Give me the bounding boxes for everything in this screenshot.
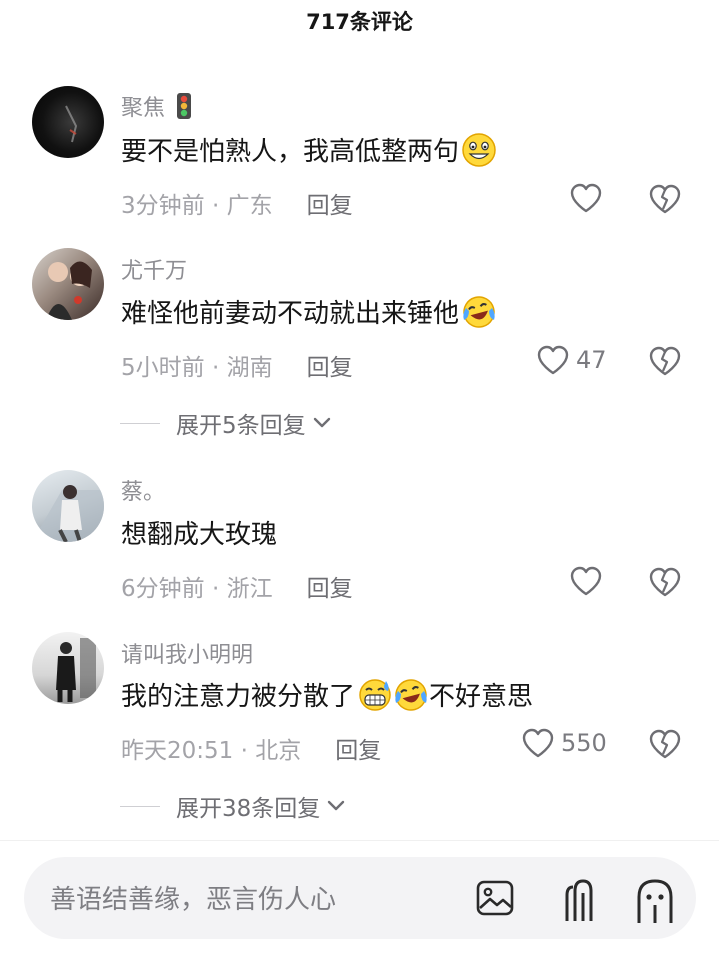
- avatar[interactable]: [32, 86, 104, 158]
- reply-button[interactable]: 回复: [335, 731, 381, 765]
- heart-icon: [570, 566, 602, 596]
- comments-header: 717条评论: [0, 0, 719, 40]
- broken-heart-icon[interactable]: [648, 565, 682, 599]
- like-button[interactable]: [569, 565, 603, 597]
- comment-text: 要不是怕熟人，我高低整两句: [121, 131, 497, 168]
- comment-meta: 昨天20:51 · 北京 回复: [121, 731, 381, 765]
- comment-count-title: 717条评论: [306, 10, 413, 34]
- at-icon[interactable]: [555, 877, 595, 923]
- avatar[interactable]: [32, 632, 104, 704]
- username[interactable]: 聚焦: [121, 90, 192, 122]
- input-placeholder: 善语结善缘，恶言伤人心: [50, 885, 337, 915]
- comment-meta: 5小时前 · 湖南 回复: [121, 348, 353, 382]
- reply-button[interactable]: 回复: [307, 348, 353, 382]
- emoji-icon[interactable]: [635, 877, 675, 923]
- comment-text: 想翻成大玫瑰: [121, 520, 278, 550]
- comment-meta: 6分钟前 · 浙江 回复: [121, 569, 353, 603]
- divider-line: [120, 805, 160, 807]
- traffic-light-icon: [177, 93, 192, 119]
- broken-heart-icon[interactable]: [648, 344, 682, 378]
- like-button[interactable]: [569, 182, 603, 214]
- comment-input[interactable]: 善语结善缘，恶言伤人心: [24, 857, 696, 939]
- broken-heart-icon[interactable]: [648, 182, 682, 216]
- username-text: 聚焦: [121, 96, 166, 121]
- time-location: 3分钟前 · 广东: [121, 193, 273, 219]
- like-count: 550: [561, 729, 607, 757]
- sweat-grin-emoji-icon: [359, 678, 391, 711]
- username[interactable]: 请叫我小明明: [121, 637, 253, 669]
- laugh-cry-emoji-icon: [395, 678, 427, 711]
- expand-replies-button[interactable]: 展开38条回复: [120, 789, 346, 823]
- username[interactable]: 蔡。: [121, 474, 165, 506]
- avatar[interactable]: [32, 248, 104, 320]
- chevron-down-icon: [328, 800, 345, 811]
- reply-button[interactable]: 回复: [307, 569, 353, 603]
- avatar-image: [32, 485, 104, 542]
- heart-icon: [570, 183, 602, 213]
- comment-text: 我的注意力被分散了 不好意思: [121, 676, 533, 713]
- comment-input-bar: 善语结善缘，恶言伤人心: [0, 840, 719, 955]
- like-button[interactable]: 550: [521, 727, 607, 759]
- username[interactable]: 尤千万: [121, 253, 187, 285]
- image-icon[interactable]: [476, 880, 514, 916]
- comment-meta: 3分钟前 · 广东 回复: [121, 186, 353, 220]
- comment-text: 难怪他前妻动不动就出来锤他: [121, 293, 497, 330]
- chevron-down-icon: [313, 417, 330, 428]
- avatar-image: [65, 105, 78, 143]
- time-location: 5小时前 · 湖南: [121, 355, 273, 381]
- avatar-image: [46, 261, 92, 320]
- like-count: 47: [576, 346, 607, 374]
- grin-emoji-icon: [462, 132, 496, 167]
- reply-button[interactable]: 回复: [307, 186, 353, 220]
- avatar[interactable]: [32, 470, 104, 542]
- heart-icon: [522, 728, 554, 758]
- divider-line: [120, 422, 160, 424]
- broken-heart-icon[interactable]: [648, 727, 682, 761]
- avatar-image: [56, 638, 96, 702]
- laugh-cry-emoji-icon: [463, 295, 495, 328]
- like-button[interactable]: 47: [536, 344, 607, 376]
- time-location: 昨天20:51 · 北京: [121, 738, 302, 764]
- heart-icon: [537, 345, 569, 375]
- time-location: 6分钟前 · 浙江: [121, 576, 273, 602]
- expand-replies-button[interactable]: 展开5条回复: [120, 406, 332, 440]
